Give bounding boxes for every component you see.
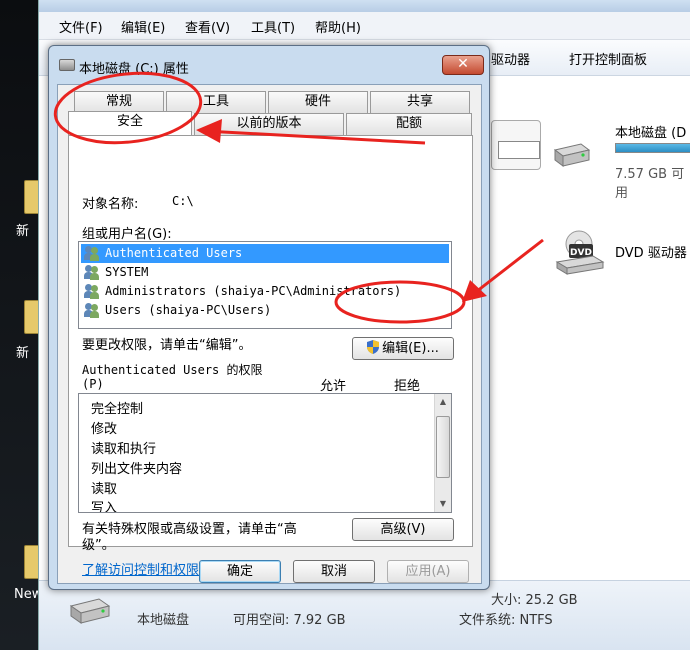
menu-tools[interactable]: 工具(T) bbox=[251, 17, 295, 36]
permission-row: 完全控制 bbox=[91, 402, 144, 417]
object-name-value: C:\ bbox=[172, 194, 194, 208]
close-button[interactable]: ✕ bbox=[442, 55, 484, 75]
desktop-label: 新 bbox=[16, 346, 30, 361]
tab-hardware[interactable]: 硬件 bbox=[268, 91, 368, 113]
user-name: Users (shaiya-PC\Users) bbox=[105, 303, 272, 317]
disk-usage-bar bbox=[615, 143, 690, 153]
advanced-hint-line-2: 级”。 bbox=[82, 538, 115, 553]
users-icon bbox=[84, 284, 100, 299]
properties-dialog: 本地磁盘 (C:) 属性 ✕ 常规 工具 硬件 共享 安全 以前的版本 配额 对… bbox=[48, 45, 490, 590]
desktop-label: 新 bbox=[16, 224, 30, 239]
tab-quota[interactable]: 配额 bbox=[346, 113, 472, 135]
toolbar-control-panel[interactable]: 打开控制面板 bbox=[569, 49, 647, 68]
users-icon bbox=[84, 265, 100, 280]
drive-c-partial bbox=[491, 120, 541, 170]
menu-view[interactable]: 查看(V) bbox=[185, 17, 230, 36]
menu-edit[interactable]: 编辑(E) bbox=[121, 17, 165, 36]
user-name: Administrators (shaiya-PC\Administrators… bbox=[105, 284, 402, 298]
user-name: Authenticated Users bbox=[105, 246, 243, 260]
object-name-label: 对象名称: bbox=[82, 197, 139, 212]
permission-row: 读取和执行 bbox=[91, 442, 157, 457]
status-bar: 大小: 25.2 GB 本地磁盘 可用空间: 7.92 GB 文件系统: NTF… bbox=[39, 580, 690, 650]
cancel-button[interactable]: 取消 bbox=[293, 560, 375, 583]
permission-row: 读取 bbox=[91, 482, 118, 497]
change-permissions-hint: 要更改权限，请单击“编辑”。 bbox=[82, 338, 252, 353]
local-disk-d-label[interactable]: 本地磁盘 (D bbox=[615, 122, 686, 141]
menubar: 文件(F) 编辑(E) 查看(V) 工具(T) 帮助(H) bbox=[39, 12, 690, 40]
desktop-strip: 新 新 New bbox=[0, 0, 42, 650]
edit-button[interactable]: 编辑(E)... bbox=[352, 337, 454, 360]
scroll-down-arrow-icon[interactable]: ▼ bbox=[435, 496, 451, 512]
list-item[interactable]: Authenticated Users bbox=[81, 244, 449, 263]
edit-button-label: 编辑(E)... bbox=[382, 341, 439, 356]
advanced-button[interactable]: 高级(V) bbox=[352, 518, 454, 541]
tab-general[interactable]: 常规 bbox=[74, 91, 164, 113]
status-size: 大小: 25.2 GB bbox=[491, 593, 578, 608]
scroll-thumb[interactable] bbox=[436, 416, 450, 478]
toolbar-drivers[interactable]: 驱动器 bbox=[491, 49, 530, 68]
permissions-list[interactable]: 完全控制 修改 读取和执行 列出文件夹内容 读取 写入 ▲ ▼ bbox=[78, 393, 452, 513]
list-item[interactable]: Administrators (shaiya-PC\Administrators… bbox=[81, 282, 449, 301]
permissions-for-label: Authenticated Users 的权限 bbox=[82, 363, 263, 377]
tab-previous-versions[interactable]: 以前的版本 bbox=[194, 113, 344, 135]
explorer-titlebar bbox=[39, 0, 690, 12]
users-listbox[interactable]: Authenticated Users SYSTEM Administrator… bbox=[78, 241, 452, 329]
learn-access-control-link[interactable]: 了解访问控制和权限 bbox=[82, 559, 199, 578]
permissions-scrollbar[interactable]: ▲ ▼ bbox=[434, 394, 451, 512]
dvd-drive-label[interactable]: DVD 驱动器 bbox=[615, 242, 687, 261]
dialog-body: 常规 工具 硬件 共享 安全 以前的版本 配额 对象名称: C:\ 组或用户名(… bbox=[57, 84, 482, 584]
apply-button[interactable]: 应用(A) bbox=[387, 560, 469, 583]
list-item[interactable]: SYSTEM bbox=[81, 263, 449, 282]
status-filesystem: 文件系统: NTFS bbox=[459, 613, 553, 628]
tab-tools[interactable]: 工具 bbox=[166, 91, 266, 113]
allow-column-header: 允许 bbox=[320, 379, 347, 394]
permission-row: 列出文件夹内容 bbox=[91, 462, 183, 477]
deny-column-header: 拒绝 bbox=[394, 379, 421, 394]
menu-help[interactable]: 帮助(H) bbox=[315, 17, 361, 36]
status-free-space: 可用空间: 7.92 GB bbox=[233, 613, 346, 628]
tab-security[interactable]: 安全 bbox=[68, 111, 192, 137]
user-name: SYSTEM bbox=[105, 265, 149, 279]
permissions-accelerator: (P) bbox=[82, 377, 104, 391]
dvd-drive-icon: DVD bbox=[553, 230, 607, 276]
status-drive-name: 本地磁盘 bbox=[137, 613, 190, 628]
local-disk-free: 7.57 GB 可用 bbox=[615, 167, 685, 201]
hdd-icon bbox=[67, 595, 111, 624]
hdd-icon bbox=[551, 140, 591, 167]
permission-row: 写入 bbox=[91, 501, 118, 513]
permission-row: 修改 bbox=[91, 422, 118, 437]
scroll-up-arrow-icon[interactable]: ▲ bbox=[435, 394, 451, 410]
menu-file[interactable]: 文件(F) bbox=[59, 17, 103, 36]
shield-icon bbox=[367, 340, 380, 354]
drive-icon bbox=[59, 59, 75, 71]
tab-sharing[interactable]: 共享 bbox=[370, 91, 470, 113]
users-icon bbox=[84, 303, 100, 318]
users-icon bbox=[84, 246, 100, 261]
ok-button[interactable]: 确定 bbox=[199, 560, 281, 583]
list-item[interactable]: Users (shaiya-PC\Users) bbox=[81, 301, 449, 320]
dialog-title: 本地磁盘 (C:) 属性 bbox=[79, 62, 189, 77]
group-users-label: 组或用户名(G): bbox=[82, 227, 172, 242]
